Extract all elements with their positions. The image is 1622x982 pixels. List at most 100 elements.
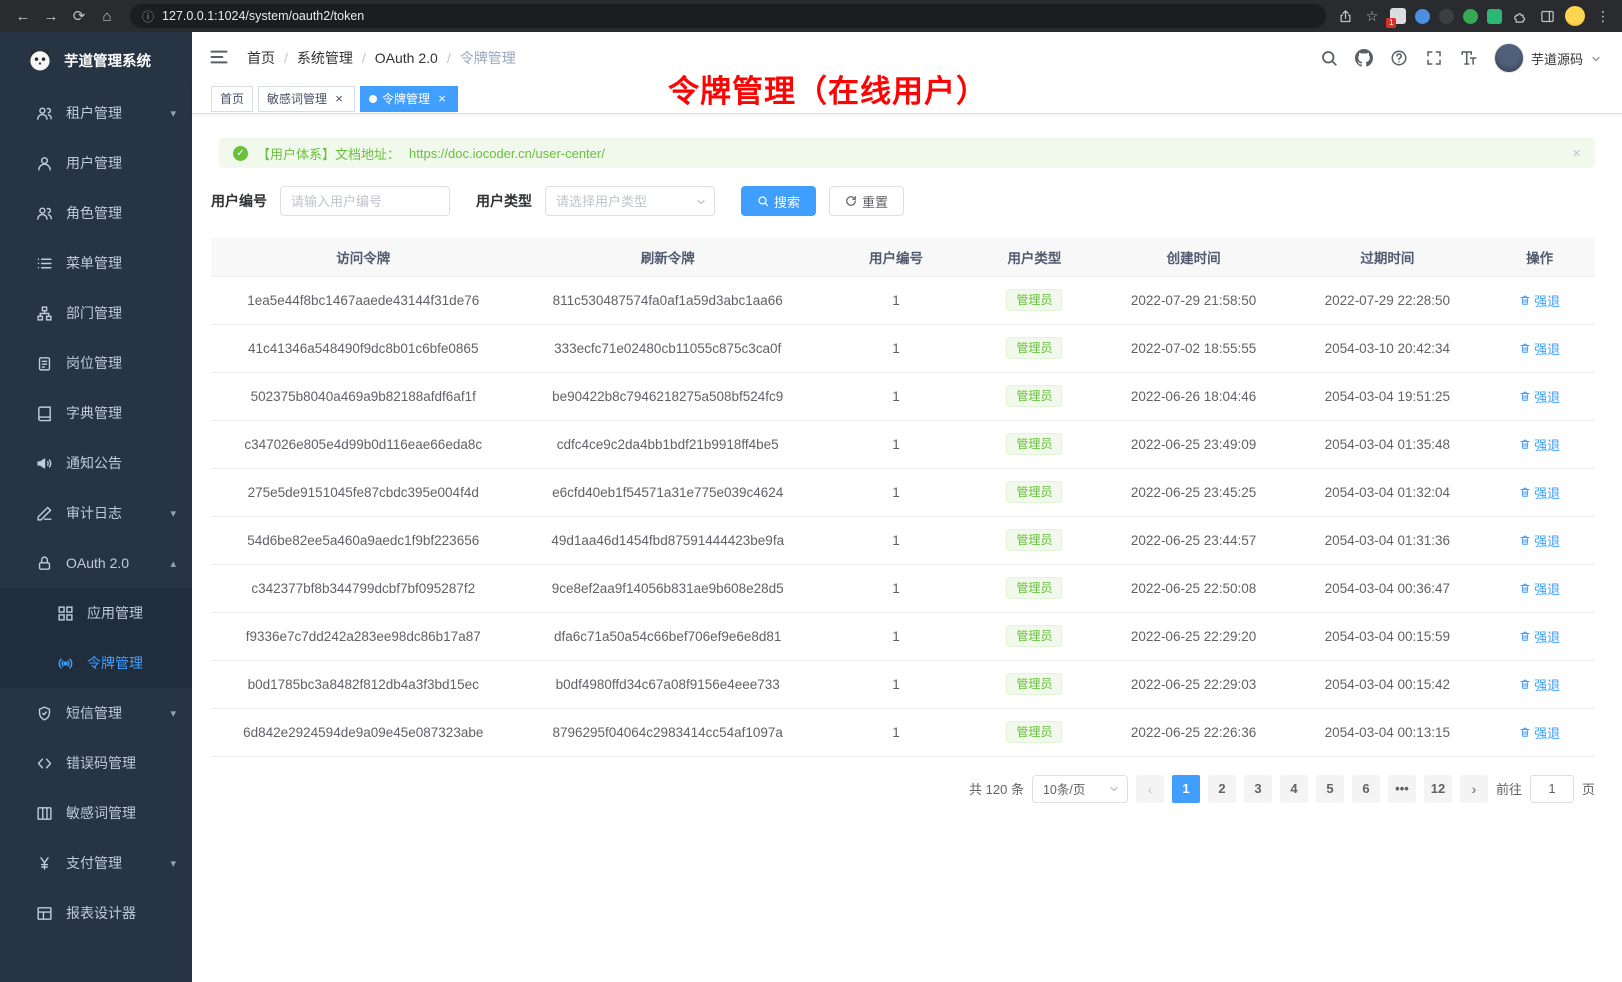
force-logout-button[interactable]: 强退 bbox=[1519, 627, 1560, 646]
prev-page-button[interactable]: ‹ bbox=[1136, 775, 1164, 803]
force-logout-button[interactable]: 强退 bbox=[1519, 723, 1560, 742]
pagination-page-button[interactable]: 2 bbox=[1208, 775, 1236, 803]
goto-page-input[interactable] bbox=[1530, 775, 1574, 803]
sidebar-item-dept-management[interactable]: 部门管理 bbox=[0, 288, 192, 338]
search-button[interactable]: 搜索 bbox=[741, 186, 816, 216]
page-size-select[interactable] bbox=[1032, 775, 1128, 803]
user-type-select[interactable] bbox=[545, 186, 715, 216]
tab-close-icon[interactable]: × bbox=[435, 92, 449, 106]
sidebar-item-token-management[interactable]: 令牌管理 bbox=[0, 638, 192, 688]
force-logout-button[interactable]: 强退 bbox=[1519, 435, 1560, 454]
tab-close-icon[interactable]: × bbox=[332, 92, 346, 106]
sidebar-item-role-management[interactable]: 角色管理 bbox=[0, 188, 192, 238]
table-row: f9336e7c7dd242a283ee98dc86b17a87 dfa6c71… bbox=[211, 612, 1595, 660]
force-logout-button[interactable]: 强退 bbox=[1519, 675, 1560, 694]
sidebar-item-user-management[interactable]: 用户管理 bbox=[0, 138, 192, 188]
browser-reload-icon[interactable]: ⟳ bbox=[66, 4, 92, 28]
megaphone-icon bbox=[36, 455, 53, 472]
tab-sensitive-word[interactable]: 敏感词管理 × bbox=[258, 86, 355, 112]
sidebar-item-sms-management[interactable]: 短信管理 ▾ bbox=[0, 688, 192, 738]
github-icon[interactable] bbox=[1354, 48, 1374, 68]
pagination-page-button[interactable]: 5 bbox=[1316, 775, 1344, 803]
extension-icon-5[interactable] bbox=[1487, 9, 1502, 24]
browser-menu-icon[interactable]: ⋮ bbox=[1594, 7, 1612, 25]
alert-text: 【用户体系】文档地址： bbox=[257, 144, 400, 163]
table-row: 1ea5e44f8bc1467aaede43144f31de76 811c530… bbox=[211, 276, 1595, 324]
user-id-cell: 1 bbox=[820, 324, 972, 372]
sidebar-item-app-management[interactable]: 应用管理 bbox=[0, 588, 192, 638]
bookmark-star-icon[interactable]: ☆ bbox=[1363, 7, 1381, 25]
report-icon bbox=[36, 905, 53, 922]
sidebar-item-report-designer[interactable]: 报表设计器 bbox=[0, 888, 192, 938]
pagination-page-button[interactable]: 3 bbox=[1244, 775, 1272, 803]
user-id-cell: 1 bbox=[820, 564, 972, 612]
trash-icon bbox=[1519, 390, 1531, 402]
address-bar[interactable]: ⓘ 127.0.0.1:1024/system/oauth2/token bbox=[130, 4, 1326, 28]
sidebar-item-menu-management[interactable]: 菜单管理 bbox=[0, 238, 192, 288]
user-id-input[interactable] bbox=[280, 186, 450, 216]
pagination-page-button[interactable]: 12 bbox=[1424, 775, 1452, 803]
force-logout-button[interactable]: 强退 bbox=[1519, 291, 1560, 310]
force-logout-button[interactable]: 强退 bbox=[1519, 387, 1560, 406]
user-dropdown[interactable]: 芋道源码 bbox=[1494, 43, 1602, 73]
force-logout-button[interactable]: 强退 bbox=[1519, 483, 1560, 502]
extensions-puzzle-icon[interactable] bbox=[1511, 7, 1529, 25]
help-icon[interactable] bbox=[1389, 48, 1409, 68]
force-logout-button[interactable]: 强退 bbox=[1519, 579, 1560, 598]
sidebar-item-payment-management[interactable]: 支付管理 ▾ bbox=[0, 838, 192, 888]
pagination-page-button[interactable]: 4 bbox=[1280, 775, 1308, 803]
expires-cell: 2022-07-29 22:28:50 bbox=[1290, 276, 1484, 324]
browser-profile-avatar[interactable] bbox=[1565, 6, 1585, 26]
breadcrumb-separator: / bbox=[362, 50, 366, 66]
sidebar-item-error-code[interactable]: 错误码管理 bbox=[0, 738, 192, 788]
doc-link[interactable]: https://doc.iocoder.cn/user-center/ bbox=[409, 146, 605, 161]
sidebar-item-oauth2[interactable]: OAuth 2.0 ▴ bbox=[0, 538, 192, 588]
tab-token[interactable]: 令牌管理 × bbox=[360, 86, 458, 112]
side-panel-icon[interactable] bbox=[1538, 7, 1556, 25]
fullscreen-icon[interactable] bbox=[1424, 48, 1444, 68]
pagination-page-button[interactable]: 6 bbox=[1352, 775, 1380, 803]
next-page-button[interactable]: › bbox=[1460, 775, 1488, 803]
extension-icon-2[interactable] bbox=[1415, 9, 1430, 24]
font-size-icon[interactable] bbox=[1459, 48, 1479, 68]
success-check-icon: ✓ bbox=[233, 146, 248, 161]
share-icon[interactable] bbox=[1336, 7, 1354, 25]
sidebar-item-label: 审计日志 bbox=[66, 503, 122, 523]
trash-icon bbox=[1519, 630, 1531, 642]
sidebar-item-audit-log[interactable]: 审计日志 ▾ bbox=[0, 488, 192, 538]
breadcrumb-separator: / bbox=[284, 50, 288, 66]
sidebar-item-dict-management[interactable]: 字典管理 bbox=[0, 388, 192, 438]
col-expires: 过期时间 bbox=[1290, 238, 1484, 276]
app-logo[interactable]: 芋道管理系统 bbox=[0, 32, 192, 88]
extension-icon-1[interactable]: 1 bbox=[1390, 8, 1406, 24]
reset-button[interactable]: 重置 bbox=[829, 186, 904, 216]
breadcrumb-home[interactable]: 首页 bbox=[247, 48, 275, 68]
breadcrumb-system[interactable]: 系统管理 bbox=[297, 48, 353, 68]
extension-icon-4[interactable] bbox=[1463, 9, 1478, 24]
created-cell: 2022-06-25 22:29:03 bbox=[1097, 660, 1291, 708]
site-info-icon[interactable]: ⓘ bbox=[142, 8, 154, 25]
access-token-cell: f9336e7c7dd242a283ee98dc86b17a87 bbox=[211, 612, 515, 660]
sidebar-item-tenant-management[interactable]: 租户管理 ▾ bbox=[0, 88, 192, 138]
access-token-cell: b0d1785bc3a8482f812db4a3f3bd15ec bbox=[211, 660, 515, 708]
browser-back-icon[interactable]: ← bbox=[10, 4, 36, 28]
search-icon[interactable] bbox=[1319, 48, 1339, 68]
browser-home-icon[interactable]: ⌂ bbox=[94, 4, 120, 28]
alert-close-icon[interactable]: × bbox=[1572, 145, 1581, 162]
table-row: 502375b8040a469a9b82188afdf6af1f be90422… bbox=[211, 372, 1595, 420]
extension-icon-3[interactable] bbox=[1439, 9, 1454, 24]
broadcast-icon bbox=[57, 655, 74, 672]
trash-icon bbox=[1519, 486, 1531, 498]
pagination-page-button[interactable]: ••• bbox=[1388, 775, 1416, 803]
pagination-page-button[interactable]: 1 bbox=[1172, 775, 1200, 803]
sidebar-item-notice[interactable]: 通知公告 bbox=[0, 438, 192, 488]
sidebar-item-post-management[interactable]: 岗位管理 bbox=[0, 338, 192, 388]
breadcrumb-oauth2[interactable]: OAuth 2.0 bbox=[375, 50, 438, 66]
force-logout-button[interactable]: 强退 bbox=[1519, 339, 1560, 358]
tab-home[interactable]: 首页 × bbox=[211, 86, 253, 112]
force-logout-button[interactable]: 强退 bbox=[1519, 531, 1560, 550]
sidebar-collapse-icon[interactable] bbox=[209, 47, 231, 69]
browser-forward-icon[interactable]: → bbox=[38, 4, 64, 28]
sidebar-item-label: 令牌管理 bbox=[87, 653, 143, 673]
sidebar-item-sensitive-word[interactable]: 敏感词管理 bbox=[0, 788, 192, 838]
